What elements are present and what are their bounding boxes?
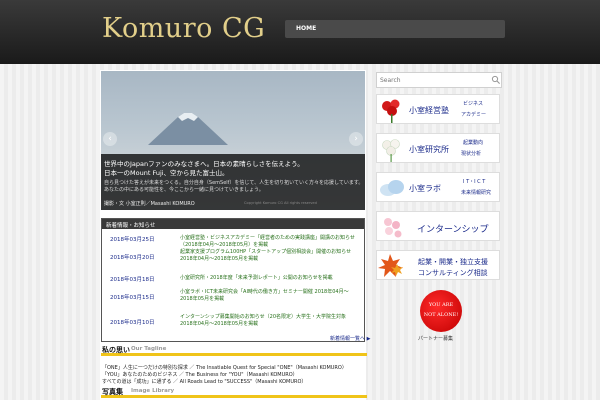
main-nav: HOME <box>285 20 505 38</box>
image-slider[interactable]: ‹ › 世界中のJapanファンのみなさまへ。日本の素晴らしさを伝えよう。 日本… <box>101 71 365 210</box>
banner-sub: アカデミー <box>461 112 487 118</box>
gallery-subtitle: Image Library <box>131 388 175 394</box>
news-date: 2018年03月25日 <box>110 237 155 243</box>
badge-line2: NOT ALONE! <box>423 312 459 318</box>
maple-leaf-icon <box>378 254 403 277</box>
site-header: Komuro CG HOME <box>0 0 600 64</box>
banner-title: 小室ラボ <box>409 184 441 193</box>
banner-internship[interactable]: インターンシップ <box>376 211 500 241</box>
banner-keiei-juku[interactable]: 小室経営塾 ビジネス アカデミー <box>376 94 500 124</box>
news-link[interactable]: 起業家支援プログラム100HP「スタートアップ個別相談会」開催のお知らせ 201… <box>180 249 358 263</box>
banner-sub: 起業動向 <box>463 140 484 146</box>
banner-title: インターンシップ <box>417 225 489 235</box>
sakura-icon <box>384 218 402 238</box>
news-link[interactable]: 小室経営塾・ビジネスアカデミー「経営者のための実践講座」開講のお知らせ（2018… <box>180 235 358 249</box>
badge-line1: YOU ARE <box>428 302 454 308</box>
gallery-title: 写真集 <box>102 388 123 396</box>
news-box: 新着情報・お知らせ 2018年03月25日 小室経営塾・ビジネスアカデミー「経営… <box>101 218 365 342</box>
news-date: 2018年03月10日 <box>110 320 155 326</box>
news-row: 2018年03月15日 小室ラボ・ICT未来研究会「AI時代の働き方」セミナー開… <box>102 289 364 305</box>
site-logo[interactable]: Komuro CG <box>102 13 265 44</box>
slider-title-line2: 日本一のMount Fuji、空から見た富士山。 <box>104 169 229 177</box>
search-input[interactable] <box>380 76 480 85</box>
tagline-section-header: 私の思い Our Tagline <box>101 344 367 356</box>
tagline-title: 私の思い <box>102 346 130 354</box>
news-date: 2018年03月15日 <box>110 295 155 301</box>
news-row: 2018年03月10日 インターンシップ募集開始のお知らせ（20名限定）大学生・… <box>102 314 364 330</box>
slider-copyright: Copyright Komuro CG All rights reserved <box>244 201 317 205</box>
gallery-section-header: 写真集 Image Library <box>101 386 367 398</box>
banner-sub: 現状分析 <box>461 151 482 157</box>
partner-recruit-link[interactable]: パートナー募集 <box>418 335 453 342</box>
news-date: 2018年03月20日 <box>110 255 155 261</box>
red-flower-icon <box>382 99 400 123</box>
slider-description-line2: あなたの中にある可能性を、今ここから一緒に見つけていきましょう。 <box>104 187 264 193</box>
banner-kenkyujo[interactable]: 小室研究所 起業動向 現状分析 <box>376 133 500 163</box>
banner-sub: 未来情報研究 <box>461 190 492 196</box>
banner-lab[interactable]: 小室ラボ I T・I C T 未来情報研究 <box>376 172 500 202</box>
banner-title-line2: コンサルティング相談 <box>418 269 488 277</box>
mount-fuji-image <box>148 113 228 145</box>
news-link[interactable]: 小室研究所・2018年度「未来予測レポート」公開のお知らせを掲載 <box>180 275 358 282</box>
cloud-icon <box>380 180 404 196</box>
banner-title: 小室研究所 <box>409 145 449 154</box>
search-box <box>376 72 502 88</box>
slider-author: 撮影・文 小室正則／Masashi KOMURO <box>104 201 195 207</box>
news-link[interactable]: インターンシップ募集開始のお知らせ（20名限定）大学生・大学院生対象 2018年… <box>180 314 358 328</box>
not-alone-badge[interactable]: YOU ARE NOT ALONE! <box>420 290 462 332</box>
nav-home-link[interactable]: HOME <box>296 25 316 32</box>
tagline-subtitle: Our Tagline <box>131 346 167 352</box>
tagline-line: すべての道は「成功」に通ずる ／ All Roads Lead to "SUCC… <box>102 379 307 385</box>
banner-sub: ビジネス <box>463 101 484 107</box>
banner-title-line1: 起業・開業・独立支援 <box>418 258 488 266</box>
news-row: 2018年03月20日 起業家支援プログラム100HP「スタートアップ個別相談会… <box>102 249 364 265</box>
tagline-line: 「YOU」あなたのためのビジネス ／ The Business for "YOU… <box>102 372 298 378</box>
banner-sub: I T・I C T <box>463 179 486 185</box>
slider-caption: 世界中のJapanファンのみなさまへ。日本の素晴らしさを伝えよう。 日本一のMo… <box>101 154 365 210</box>
news-header: 新着情報・お知らせ <box>102 219 364 229</box>
banner-consulting[interactable]: 起業・開業・独立支援 コンサルティング相談 <box>376 250 500 280</box>
white-flower-icon <box>382 139 400 162</box>
slider-next-arrow[interactable]: › <box>349 132 363 146</box>
slider-description-line1: 自ら見つけた答えが未来をつくる。自分自身（SemSelf）を信じて、人生を切り拓… <box>104 180 364 186</box>
search-icon[interactable] <box>491 75 501 85</box>
banner-title: 小室経営塾 <box>409 106 449 115</box>
news-link[interactable]: 小室ラボ・ICT未来研究会「AI時代の働き方」セミナー開催 2018年04月～2… <box>180 289 358 303</box>
tagline-line: 「ONE」人生に一つだけの特別な探求 ／ The Insatiable Ques… <box>102 365 347 371</box>
news-more-link[interactable]: 新着情報一覧へ ▶ <box>330 335 370 342</box>
news-row: 2018年03月18日 小室研究所・2018年度「未来予測レポート」公開のお知ら… <box>102 271 364 287</box>
slider-prev-arrow[interactable]: ‹ <box>103 132 117 146</box>
news-row: 2018年03月25日 小室経営塾・ビジネスアカデミー「経営者のための実践講座」… <box>102 231 364 249</box>
news-date: 2018年03月18日 <box>110 277 155 283</box>
